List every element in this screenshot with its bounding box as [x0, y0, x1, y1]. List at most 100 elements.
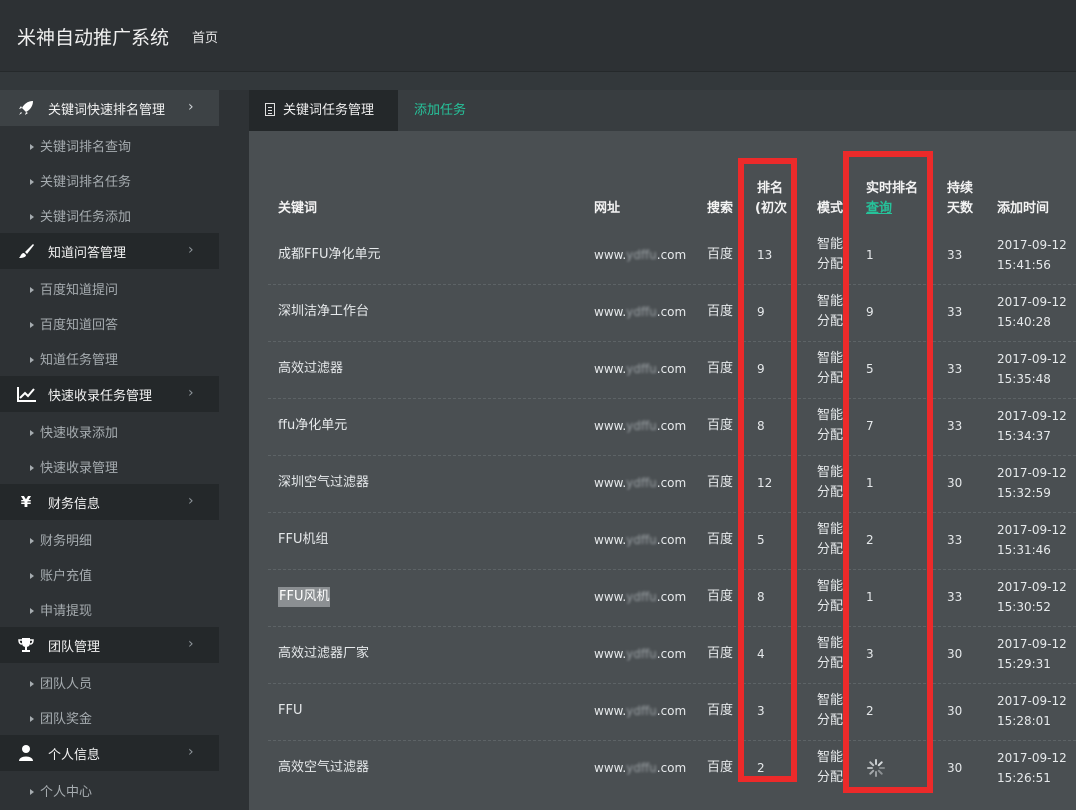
trophy-icon	[17, 636, 35, 654]
sidebar-group-label: 快速收录任务管理	[48, 389, 153, 404]
tab-keyword-tasks[interactable]: 关键词任务管理	[249, 90, 398, 131]
header-mode: 模式	[817, 201, 844, 216]
url-blurred: ydffu	[626, 704, 657, 718]
sidebar-item[interactable]: 团队奖金	[30, 708, 92, 727]
days-cell: 30	[947, 704, 963, 718]
yen-icon: ¥	[20, 493, 32, 511]
sidebar-item[interactable]: 知道任务管理	[30, 349, 118, 368]
sidebar-item-label: 知道任务管理	[40, 353, 119, 368]
sidebar-item[interactable]: 百度知道回答	[30, 314, 118, 333]
caret-right-icon	[30, 178, 34, 185]
sidebar-item-label: 个人中心	[40, 785, 93, 800]
keyword-cell: 高效空气过滤器	[278, 760, 370, 775]
sidebar-item-label: 团队奖金	[40, 712, 93, 727]
sidebar-item[interactable]: 财务明细	[30, 530, 92, 549]
url-cell: www.ydffu.com	[594, 245, 686, 265]
sidebar-item[interactable]: 快速收录添加	[30, 422, 118, 441]
url-prefix: www.	[594, 248, 627, 262]
url-cell: www.ydffu.com	[594, 302, 686, 322]
mode-cell-line1: 智能	[817, 465, 844, 480]
realtime-rank-cell: 2	[866, 533, 874, 547]
sidebar-group-personal[interactable]: 个人信息 ›	[0, 735, 219, 771]
sidebar-group-finance[interactable]: ¥ 财务信息 ›	[0, 484, 219, 520]
url-cell: www.ydffu.com	[594, 644, 686, 664]
url-blurred: ydffu	[626, 590, 657, 604]
sidebar-group-label: 个人信息	[48, 748, 101, 763]
added-time-cell: 15:30:52	[997, 600, 1051, 614]
sidebar-group-keyword-ranking[interactable]: 关键词快速排名管理 ›	[0, 90, 219, 126]
url-suffix: .com	[656, 533, 687, 547]
header-realtime-rank: 实时排名	[866, 181, 919, 196]
mode-cell-line1: 智能	[817, 579, 844, 594]
engine-cell: 百度	[707, 646, 734, 661]
mode-cell-line2: 分配	[817, 770, 844, 785]
url-cell: www.ydffu.com	[594, 530, 686, 550]
row-divider	[268, 740, 1076, 741]
tab-bar: 关键词任务管理 添加任务	[249, 90, 1076, 131]
mode-cell-line2: 分配	[817, 485, 844, 500]
tab-add-task[interactable]: 添加任务	[414, 90, 466, 131]
initial-rank-cell: 8	[757, 419, 765, 433]
row-divider	[268, 683, 1076, 684]
mode-cell-line1: 智能	[817, 237, 844, 252]
sidebar-item[interactable]: 关键词排名查询	[30, 136, 131, 155]
realtime-query-link[interactable]: 查询	[866, 199, 892, 219]
app-title: 米神自动推广系统	[17, 27, 170, 49]
top-bar: 米神自动推广系统 首页	[0, 0, 1076, 72]
sidebar-item[interactable]: 团队人员	[30, 673, 92, 692]
header-days-line2: 天数	[947, 201, 974, 216]
added-time-cell: 15:26:51	[997, 771, 1051, 785]
sidebar-item[interactable]: 关键词排名任务	[30, 171, 131, 190]
sidebar-item[interactable]: 关键词任务添加	[30, 206, 131, 225]
realtime-rank-cell: 7	[866, 419, 874, 433]
sidebar-item[interactable]: 申请提现	[30, 600, 92, 619]
caret-right-icon	[30, 788, 34, 795]
caret-right-icon	[30, 607, 34, 614]
header-initial-rank-line1: 排名	[757, 181, 784, 196]
chevron-right-icon: ›	[188, 636, 194, 652]
engine-cell: 百度	[707, 361, 734, 376]
url-prefix: www.	[594, 647, 627, 661]
row-divider	[268, 398, 1076, 399]
mode-cell-line1: 智能	[817, 693, 844, 708]
sidebar-group-label: 关键词快速排名管理	[48, 103, 166, 118]
sidebar-item-label: 申请提现	[40, 604, 93, 619]
sidebar-group-fast-indexing[interactable]: 快速收录任务管理 ›	[0, 376, 219, 412]
url-blurred: ydffu	[626, 761, 657, 775]
row-divider	[268, 455, 1076, 456]
sidebar-group-team[interactable]: 团队管理 ›	[0, 627, 219, 663]
engine-cell: 百度	[707, 760, 734, 775]
initial-rank-cell: 9	[757, 362, 765, 376]
sidebar	[0, 90, 249, 810]
row-divider	[268, 569, 1076, 570]
days-cell: 30	[947, 647, 963, 661]
added-time-cell: 15:41:56	[997, 258, 1051, 272]
mode-cell-line1: 智能	[817, 522, 844, 537]
mode-cell-line1: 智能	[817, 351, 844, 366]
realtime-query-label: 查询	[866, 201, 893, 216]
engine-cell: 百度	[707, 247, 734, 262]
sidebar-item-label: 百度知道回答	[40, 318, 119, 333]
chevron-right-icon: ›	[188, 385, 194, 401]
url-prefix: www.	[594, 590, 627, 604]
url-suffix: .com	[656, 248, 687, 262]
url-blurred: ydffu	[626, 248, 657, 262]
engine-cell: 百度	[707, 703, 734, 718]
sidebar-item[interactable]: 快速收录管理	[30, 457, 118, 476]
initial-rank-cell: 9	[757, 305, 765, 319]
loading-spinner-icon	[867, 759, 885, 777]
home-link[interactable]: 首页	[192, 27, 218, 46]
mode-cell-line2: 分配	[817, 656, 844, 671]
brush-icon	[17, 242, 35, 260]
sidebar-item-label: 财务明细	[40, 534, 93, 549]
sidebar-item[interactable]: 账户充值	[30, 565, 92, 584]
url-cell: www.ydffu.com	[594, 473, 686, 493]
row-divider	[268, 626, 1076, 627]
sidebar-item[interactable]: 个人中心	[30, 781, 92, 800]
url-prefix: www.	[594, 704, 627, 718]
caret-right-icon	[30, 356, 34, 363]
sidebar-item[interactable]: 百度知道提问	[30, 279, 118, 298]
initial-rank-cell: 5	[757, 533, 765, 547]
sidebar-group-zhidao-qa[interactable]: 知道问答管理 ›	[0, 233, 219, 269]
keyword-cell: ffu净化单元	[278, 418, 348, 433]
